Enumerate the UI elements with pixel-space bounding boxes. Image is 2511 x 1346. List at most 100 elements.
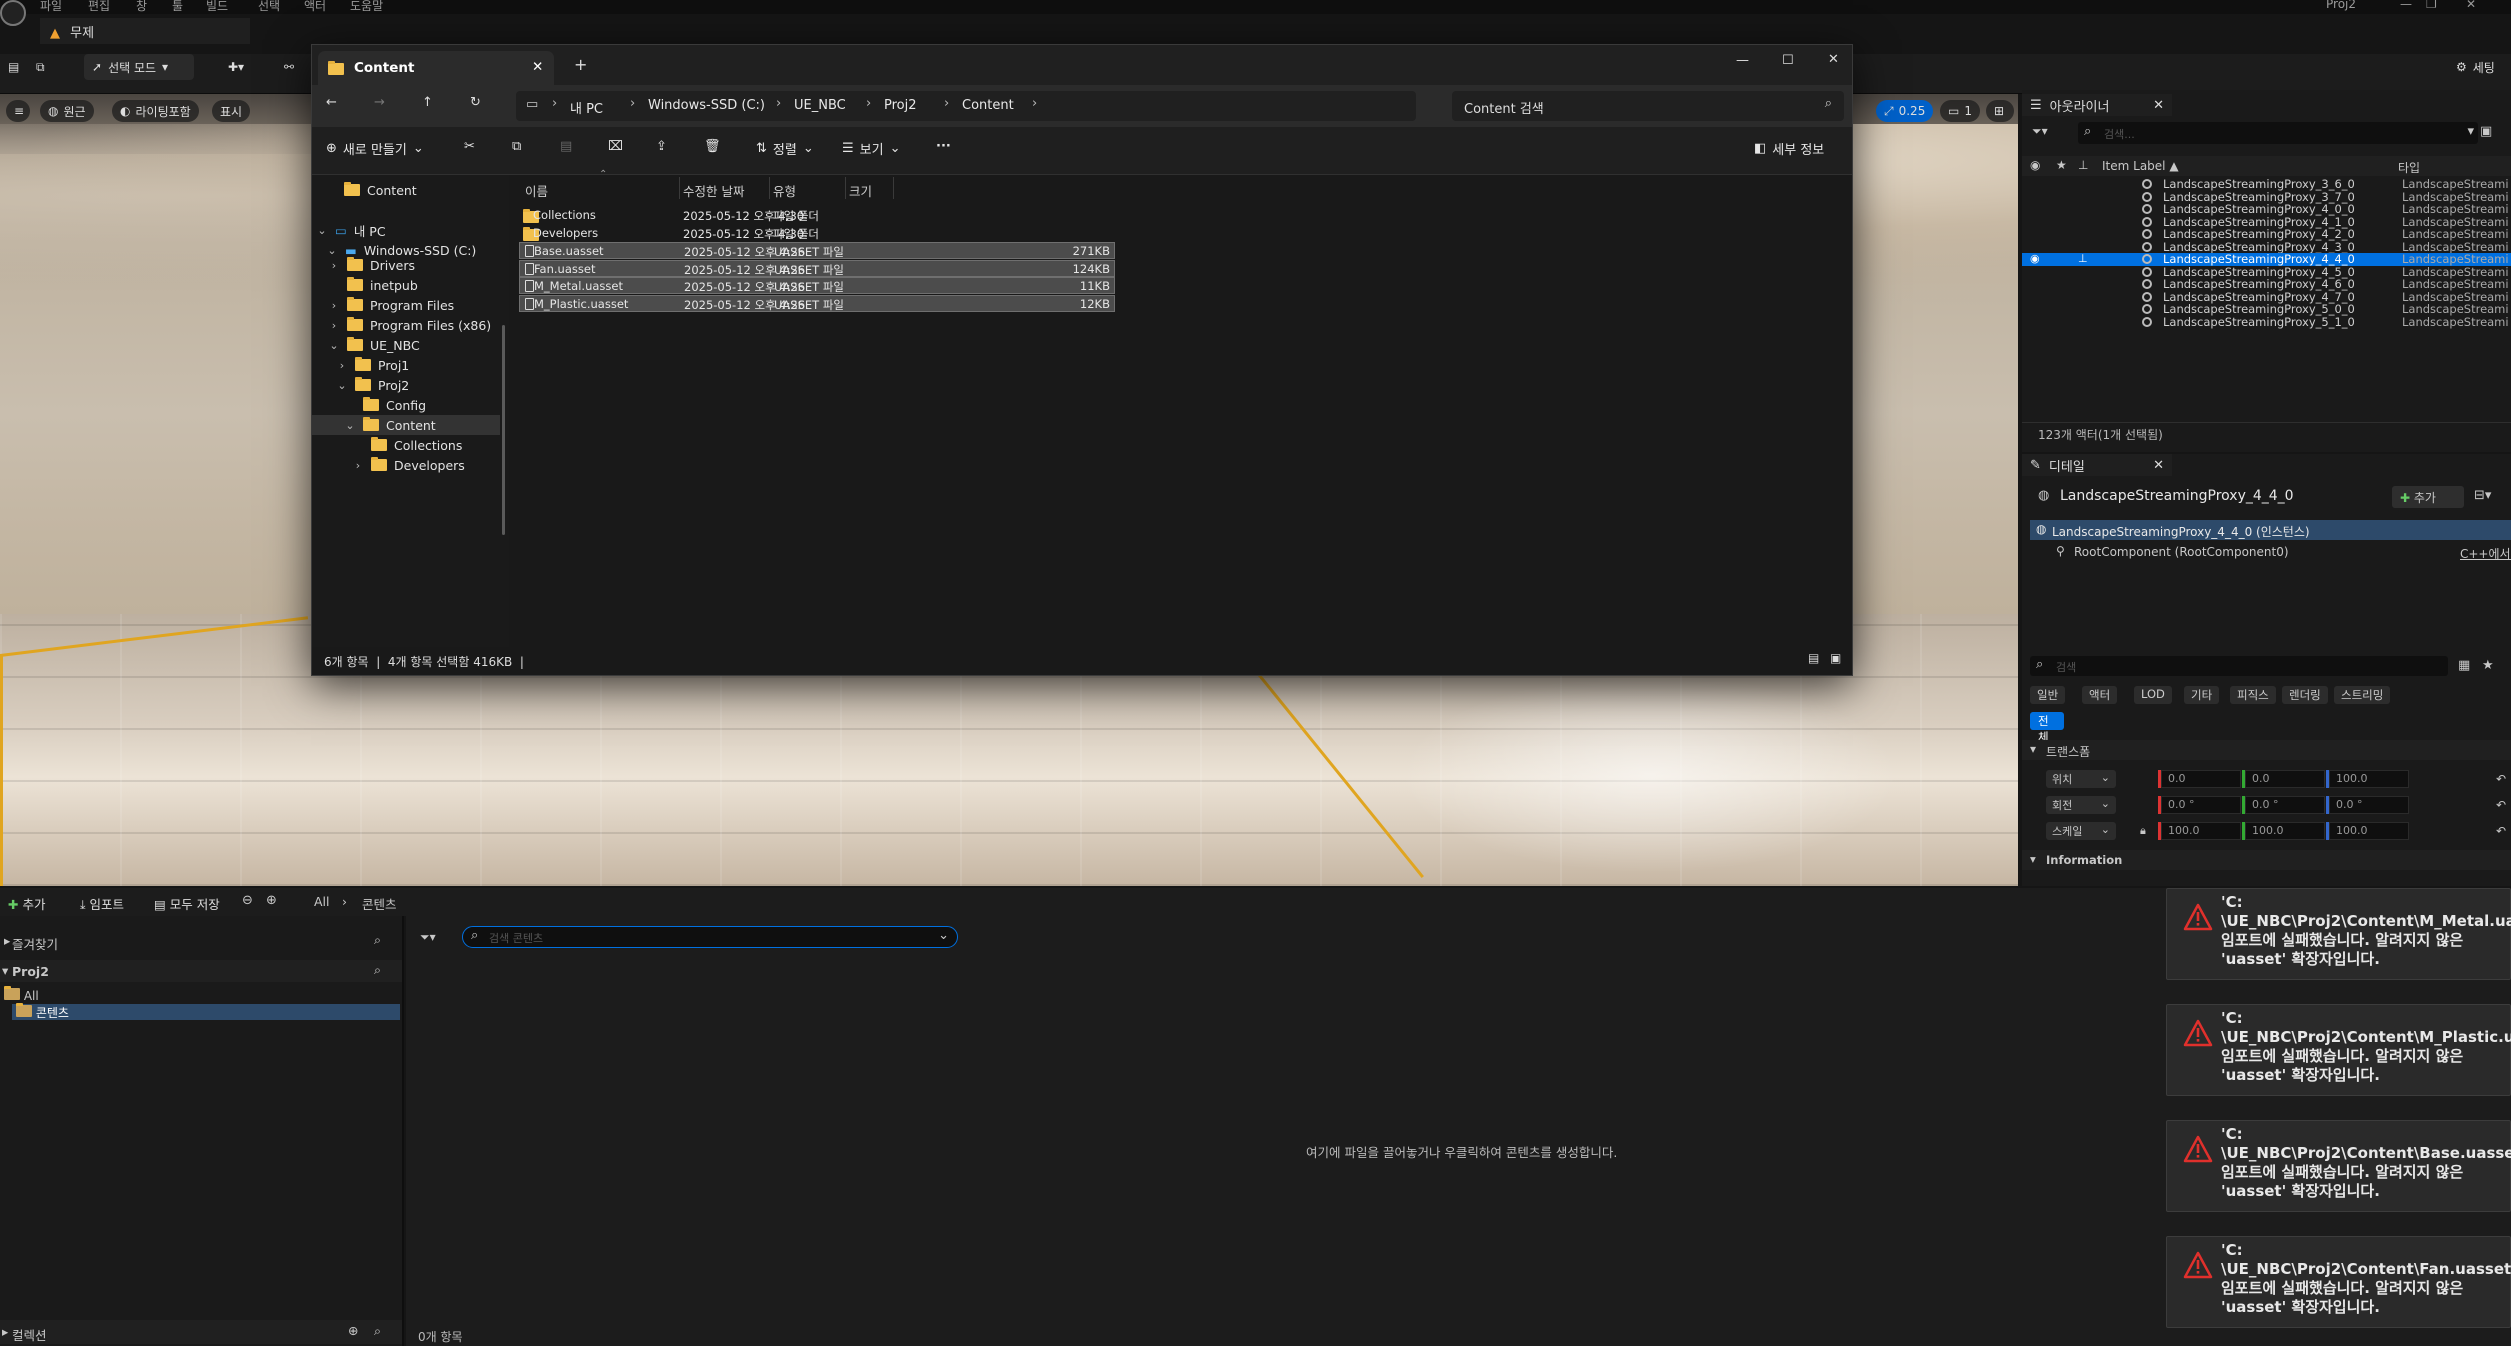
search-icon[interactable]: ⌕ [374,962,381,978]
transform-value-field[interactable]: 100.0 [2329,822,2409,840]
add-actor-icon[interactable]: ✚▾ [220,54,262,80]
outliner-row[interactable]: LandscapeStreamingProxy_5_1_0 LandscapeSt… [2022,315,2511,329]
chevron-right-icon[interactable]: › [776,96,781,111]
collections-section[interactable]: ▸ 컬렉션 ⊕ ⌕ [0,1320,402,1344]
filter-chip[interactable]: LOD [2134,686,2172,704]
tree-item[interactable]: ⌄ Content [312,415,500,435]
file-row[interactable]: Fan.uasset 2025-05-12 오후 4:26 UASSET 파일 124… [519,259,1115,277]
breadcrumb-item[interactable]: Proj2 [884,98,917,113]
address-bar[interactable]: ▭ › 내 PC › Windows-SSD (C:) › UE_NBC › Proj2 › Co… [516,91,1416,121]
content-search-input[interactable]: ⌕ 검색 콘텐츠 ⌄ [462,926,958,948]
menu-build[interactable]: 빌드 [206,0,228,14]
tree-item[interactable]: inetpub [312,275,500,295]
layout-icon[interactable]: ⊞ [1986,100,2014,122]
folder-row[interactable]: Collections 2025-05-12 오후 4:30 파일 폴더 [519,207,1115,224]
outliner-search-input[interactable]: ⌕ 검색... ▾ [2078,122,2478,144]
transform-value-field[interactable]: 100.0 [2245,822,2325,840]
path-content[interactable]: 콘텐츠 [362,894,397,913]
level-tab[interactable]: ▲ 무제 [40,18,250,44]
filter-all[interactable]: 전체 [2030,712,2064,744]
location-dropdown[interactable]: 위치 ⌄ [2046,770,2116,788]
tiles-view-icon[interactable]: ▣ [1830,651,1841,665]
star-icon[interactable]: ★ [2482,658,2494,673]
column-date[interactable]: 수정한 날짜 [683,181,744,200]
menu-window[interactable]: 창 [136,0,147,14]
type-header[interactable]: 타입 [2398,159,2420,176]
edit-cpp-link[interactable]: C++에서 편집 [2460,545,2511,562]
folder-row[interactable]: Developers 2025-05-12 오후 4:30 파일 폴더 [519,225,1115,242]
select-mode-dropdown[interactable]: ➚ 선택 모드 ▾ [84,54,194,80]
delete-icon[interactable]: 🗑︎ [704,139,721,154]
rotation-dropdown[interactable]: 회전 ⌄ [2046,796,2116,814]
import-error-notification[interactable]: 'C:\UE_NBC\Proj2\Content\M_Metal.uasset'… [2166,888,2511,980]
chevron-right-icon[interactable]: › [944,96,949,111]
tree-item[interactable]: Config [312,395,500,415]
project-section[interactable]: ▾ Proj2 ⌕ [0,960,402,982]
filter-chip[interactable]: 렌더링 [2282,686,2328,704]
filter-chip[interactable]: 일반 [2030,686,2066,704]
forward-icon[interactable]: → [374,95,385,110]
transform-value-field[interactable]: 0.0 ° [2161,796,2241,814]
filter-chip[interactable]: 스트리밍 [2334,686,2391,704]
details-pane-button[interactable]: ◧ 세부 정보 [1754,139,1824,158]
filter-chip[interactable]: 액터 [2082,686,2118,704]
back-icon[interactable]: ← [326,95,337,110]
transform-value-field[interactable]: 100.0 [2161,822,2241,840]
scale-snap-button[interactable]: ⤢ 0.25 [1876,100,1934,122]
close-tab-icon[interactable]: ✕ [2153,98,2164,113]
filter-chip[interactable]: 기타 [2184,686,2220,704]
menu-select[interactable]: 선택 [258,0,280,14]
settings-button[interactable]: ⚙ 세팅 [2448,54,2511,80]
reset-icon[interactable]: ↶ [2496,798,2506,812]
menu-tools[interactable]: 툴 [172,0,183,14]
sort-button[interactable]: ⇅ 정렬 ⌄ [756,139,814,158]
import-error-notification[interactable]: 'C: \UE_NBC\Proj2\Content\Base.uasset' 임포트… [2166,1120,2511,1212]
menu-actor[interactable]: 액터 [304,0,326,14]
item-label-header[interactable]: Item Label ▲ [2102,159,2179,173]
details-search-input[interactable]: ⌕ 검색 [2030,656,2448,676]
search-icon[interactable]: ⌕ [374,1323,381,1339]
breadcrumb-item[interactable]: Windows-SSD (C:) [648,98,765,113]
maximize-icon[interactable]: ☐ [1782,53,1794,68]
view-button[interactable]: ☰ 보기 ⌄ [842,139,900,158]
tree-item[interactable]: › Drivers [312,255,500,275]
copy-icon[interactable]: ⧉ [512,139,521,154]
tree-item[interactable]: › Program Files (x86) [312,315,500,335]
filter-icon[interactable]: ⏷▾ [2032,124,2048,139]
transform-value-field[interactable]: 100.0 [2329,770,2409,788]
perspective-button[interactable]: ◍ 원근 [40,100,94,122]
history-back-icon[interactable]: ⊖ [242,893,253,908]
tree-content[interactable]: 콘텐츠 [12,1003,400,1020]
menu-file[interactable]: 파일 [40,0,62,14]
column-name[interactable]: 이름 [525,181,548,200]
transform-value-field[interactable]: 0.0 ° [2245,796,2325,814]
browse-icon[interactable]: ⧉ [28,54,58,80]
filter-icon[interactable]: ⏷▾ [420,930,436,945]
close-icon[interactable]: ✕ [1828,52,1839,67]
lit-button[interactable]: ◐ 라이팅포함 [112,100,199,122]
up-icon[interactable]: ↑ [422,95,433,110]
chevron-right-icon[interactable]: › [1032,96,1037,111]
search-icon[interactable]: ⌕ [374,932,381,948]
details-view-icon[interactable]: ▤ [1808,651,1819,665]
minimize-icon[interactable]: — [2400,0,2412,11]
column-type[interactable]: 유형 [773,181,796,200]
breadcrumb-item[interactable]: 내 PC [570,98,603,117]
add-collection-icon[interactable]: ⊕ [348,1323,358,1338]
lock-icon[interactable]: 🔒︎ [2140,824,2146,838]
add-folder-icon[interactable]: ▣ [2480,124,2492,139]
scrollbar[interactable] [502,325,505,535]
file-list[interactable]: 이름 ⌃ 수정한 날짜 유형 크기 Collections 2025-05-12 … [509,169,1852,647]
column-divider[interactable] [769,177,770,199]
column-size[interactable]: 크기 [849,181,872,200]
viewport-menu-button[interactable]: ≡ [6,100,30,122]
import-error-notification[interactable]: 'C: \UE_NBC\Proj2\Content\Fan.uasset' 임포트에… [2166,1236,2511,1328]
tree-item[interactable]: › Developers [312,455,500,475]
tree-item[interactable]: ⌄ Proj2 [312,375,500,395]
refresh-icon[interactable]: ↻ [470,95,481,110]
transform-section[interactable]: ▾ 트랜스폼 [2022,740,2511,760]
menu-help[interactable]: 도움말 [350,0,383,14]
breadcrumb-item[interactable]: UE_NBC [794,98,846,113]
breadcrumb-item[interactable]: Content [962,98,1014,113]
new-button[interactable]: ⊕ 새로 만들기 ⌄ [326,139,424,158]
